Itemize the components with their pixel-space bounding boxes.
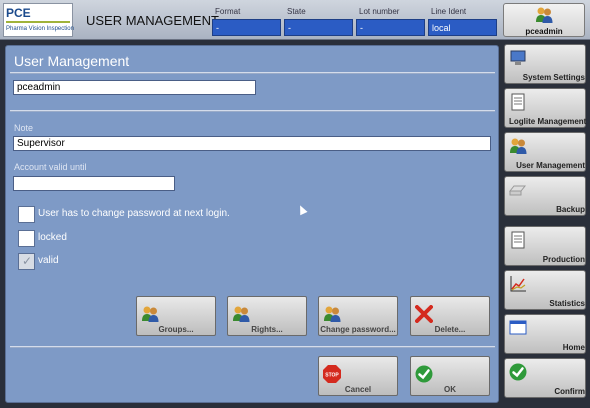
- window-icon: [509, 320, 527, 335]
- users-icon: [233, 306, 250, 322]
- sidebar-item-user-management[interactable]: User Management: [504, 132, 586, 172]
- sidebar-item-label: Loglite Management: [509, 117, 587, 126]
- sidebar-item-label: Backup: [556, 205, 585, 214]
- format-value: -: [212, 19, 281, 36]
- format-field: Format -: [212, 4, 281, 36]
- sidebar-item-label: Home: [562, 343, 585, 352]
- valid-until-label: Account valid until: [14, 162, 87, 172]
- groups-button[interactable]: Groups...: [136, 296, 216, 336]
- logo: PCE Pharma Vision Inspection: [3, 3, 74, 37]
- state-field: State -: [284, 4, 353, 36]
- drive-icon: [509, 185, 527, 196]
- state-value: -: [284, 19, 353, 36]
- note-label: Note: [14, 123, 34, 133]
- change-password-checkbox[interactable]: [18, 206, 35, 223]
- confirm-button-label: Confirm: [554, 387, 585, 396]
- username-field[interactable]: pceadmin: [13, 80, 256, 95]
- delete-x-icon: [415, 305, 433, 323]
- line-ident-value: local: [428, 19, 497, 36]
- current-user-button[interactable]: pceadmin: [503, 3, 585, 37]
- line-ident-label: Line Ident: [431, 7, 467, 16]
- computer-icon: [510, 50, 526, 65]
- valid-until-field[interactable]: [13, 176, 175, 191]
- chart-icon: [510, 276, 526, 292]
- valid-label: valid: [38, 255, 59, 266]
- users-icon: [324, 306, 341, 322]
- change-password-label: User has to change password at next logi…: [38, 208, 230, 219]
- app-title: USER MANAGEMENT: [86, 13, 219, 28]
- delete-button[interactable]: Delete...: [410, 296, 490, 336]
- state-label: State: [287, 7, 306, 16]
- locked-label: locked: [38, 232, 67, 243]
- logo-sub: Pharma Vision Inspection: [6, 26, 74, 32]
- user-management-panel: User Management pceadmin Note Supervisor…: [5, 45, 499, 403]
- locked-checkbox[interactable]: [18, 230, 35, 247]
- sidebar-item-production[interactable]: Production: [504, 226, 586, 266]
- cancel-button-label: Cancel: [344, 385, 372, 394]
- change-password-button[interactable]: Change password...: [318, 296, 398, 336]
- check-icon: [509, 363, 527, 381]
- valid-checkbox[interactable]: [18, 253, 35, 270]
- current-user-label: pceadmin: [525, 27, 563, 36]
- delete-button-label: Delete...: [434, 325, 466, 334]
- ok-button-label: OK: [444, 385, 456, 394]
- rights-button[interactable]: Rights...: [227, 296, 307, 336]
- sidebar-item-statistics[interactable]: Statistics: [504, 270, 586, 310]
- users-icon: [510, 138, 527, 154]
- sidebar-item-system-settings[interactable]: System Settings: [504, 44, 586, 84]
- sidebar-item-loglite-management[interactable]: Loglite Management: [504, 88, 586, 128]
- sidebar-item-backup[interactable]: Backup: [504, 176, 586, 216]
- divider: [10, 346, 495, 348]
- rights-button-label: Rights...: [251, 325, 283, 334]
- sidebar-item-label: Production: [542, 255, 585, 264]
- divider: [10, 72, 495, 74]
- logo-main: PCE: [6, 6, 31, 20]
- cancel-button[interactable]: STOP Cancel: [318, 356, 398, 396]
- sidebar-item-label: Statistics: [549, 299, 585, 308]
- svg-text:STOP: STOP: [325, 373, 339, 379]
- format-label: Format: [215, 7, 241, 16]
- header-bar: PCE Pharma Vision Inspection USER MANAGE…: [0, 0, 590, 40]
- confirm-button[interactable]: Confirm: [504, 358, 586, 398]
- lot-number-field: Lot number -: [356, 4, 425, 36]
- document-icon: [511, 93, 525, 111]
- document-icon: [511, 231, 525, 249]
- panel-title: User Management: [14, 53, 130, 69]
- note-field[interactable]: Supervisor: [13, 136, 491, 151]
- check-icon: [415, 365, 433, 383]
- users-icon: [142, 306, 159, 322]
- logo-bar: [6, 21, 70, 23]
- divider: [10, 110, 495, 112]
- sidebar-item-label: System Settings: [522, 73, 585, 82]
- change-password-button-label: Change password...: [320, 325, 396, 334]
- ok-button[interactable]: OK: [410, 356, 490, 396]
- line-ident-field: Line Ident local: [428, 4, 497, 36]
- groups-button-label: Groups...: [158, 325, 194, 334]
- stop-icon: STOP: [323, 365, 341, 383]
- lot-number-label: Lot number: [359, 7, 400, 16]
- sidebar-item-home[interactable]: Home: [504, 314, 586, 354]
- lot-number-value: -: [356, 19, 425, 36]
- users-icon: [536, 7, 553, 23]
- sidebar-item-label: User Management: [516, 161, 585, 170]
